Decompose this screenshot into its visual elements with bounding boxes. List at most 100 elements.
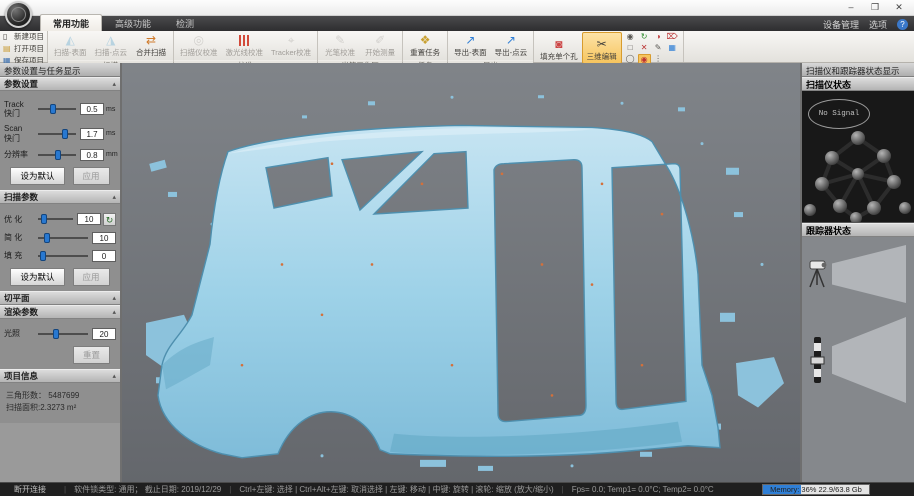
merge-scan-icon: ⇄	[146, 33, 156, 47]
optimize-refresh-icon[interactable]: ↻	[103, 213, 116, 226]
help-icon[interactable]: ?	[897, 19, 908, 30]
fill-single-hole-button[interactable]: ◙ 填充单个孔	[536, 32, 582, 64]
scanner-calibration-button[interactable]: ◎ 扫描仪校准	[176, 32, 222, 60]
menu-options[interactable]: 选项	[869, 18, 887, 31]
start-measure-button[interactable]: ✐ 开始测量	[360, 32, 400, 60]
car-body-scan-model	[122, 63, 800, 482]
open-project-button[interactable]: ▤ 打开项目	[3, 43, 44, 54]
scanner-tracker-status-panel: 扫描仪和跟踪器状态显示 扫描仪状态 No Signal	[800, 63, 914, 482]
triangle-count-value: 5487699	[48, 391, 79, 400]
tab-common-functions[interactable]: 常用功能	[40, 14, 102, 31]
view-tool-icon[interactable]: ◉	[624, 32, 637, 42]
scan-apply-button[interactable]: 应用	[73, 268, 110, 286]
fill-slider[interactable]	[38, 255, 88, 257]
tracker-1-row	[806, 245, 910, 303]
delete-tool-icon[interactable]: ⌦	[666, 32, 679, 42]
merge-scan-button[interactable]: ⇄ 合并扫描	[131, 32, 171, 60]
close-button[interactable]: ✕	[888, 1, 910, 14]
memory-gauge: Memory: 36% 22.9/63.8 Gb	[762, 484, 870, 495]
scan-parameters-content: 优 化 10 ↻ 简 化 10 填 充 0 设为默认 应用	[0, 204, 120, 291]
collapse-icon: ▴	[112, 193, 116, 201]
render-parameters-content: 光照 20 重置	[0, 319, 120, 369]
scanner-preview: No Signal	[802, 91, 914, 223]
optimize-row: 优 化 10 ↻	[4, 213, 116, 226]
marker-tool-icon[interactable]: ◑	[652, 32, 665, 42]
license-info: 软件锁类型: 通用； 截止日期: 2019/12/29	[74, 484, 221, 495]
optimize-value[interactable]: 10	[77, 213, 101, 225]
fill-value[interactable]: 0	[92, 250, 116, 262]
scan-shutter-value[interactable]: 1.7	[80, 128, 104, 140]
section-clip-plane[interactable]: 切平面 ▴	[0, 291, 120, 305]
collapse-icon: ▴	[112, 294, 116, 302]
scan-area-value: 2.3273 m²	[40, 403, 76, 412]
left-panel-header: 参数设置与任务显示	[0, 63, 120, 77]
section-project-info[interactable]: 项目信息 ▴	[0, 369, 120, 383]
simplify-row: 简 化 10	[4, 232, 116, 244]
pen-select-icon[interactable]: ✎	[652, 43, 665, 53]
export-pointcloud-button[interactable]: ↗ 导出-点云	[491, 32, 532, 60]
maximize-button[interactable]: ❒	[864, 1, 886, 14]
light-value[interactable]: 20	[92, 328, 116, 340]
set-default-button[interactable]: 设为默认	[10, 167, 64, 185]
edit-tool-grid: ◉ ↻ ◑ ⌦ □ ✕ ✎ ▦ ◯ ◉ ⋮	[622, 32, 681, 64]
tracker-2-fov	[832, 317, 906, 403]
tracker-calibration-icon: ⌖	[288, 33, 295, 47]
new-project-icon: ▯	[3, 32, 12, 41]
tab-advanced-functions[interactable]: 高级功能	[103, 15, 163, 31]
triangle-count-label: 三角形数：	[6, 391, 46, 400]
light-slider[interactable]	[38, 333, 88, 335]
scan-pointcloud-button[interactable]: ◮ 扫描-点云	[91, 32, 132, 60]
simplify-slider[interactable]	[38, 237, 88, 239]
app-window: – ❒ ✕ 常用功能 高级功能 检测 设备管理 选项 ? ▯ 新建项目 ▤	[0, 0, 914, 496]
table-tool-icon[interactable]: ▦	[666, 43, 679, 53]
laser-calibration-button[interactable]: 激光线校准	[222, 32, 268, 60]
reset-task-icon: ❖	[420, 33, 431, 47]
track-shutter-row: Track快门 0.5 ms	[4, 100, 116, 118]
refresh-tool-icon[interactable]: ↻	[638, 32, 651, 42]
scan-surface-button[interactable]: ◭ 扫描-表面	[50, 32, 91, 60]
section-tracker-status[interactable]: 跟踪器状态	[802, 223, 914, 237]
resolution-value[interactable]: 0.8	[80, 149, 104, 161]
tracker-status-content	[802, 237, 914, 482]
ribbon-group-scan: ◭ 扫描-表面 ◮ 扫描-点云 ⇄ 合并扫描 扫描	[48, 31, 174, 62]
edit-3d-button[interactable]: ✂ 三维编辑	[582, 32, 622, 64]
apply-button[interactable]: 应用	[73, 167, 110, 185]
app-logo-icon[interactable]	[5, 1, 32, 28]
section-scanner-status[interactable]: 扫描仪状态	[802, 77, 914, 91]
resolution-row: 分辨率 0.8 mm	[4, 149, 116, 161]
menu-device-management[interactable]: 设备管理	[823, 18, 859, 31]
deselect-icon[interactable]: ✕	[638, 43, 651, 53]
scan-area-label: 扫描面积:	[6, 403, 40, 412]
pen-calibration-button[interactable]: ✎ 光笔校准	[320, 32, 360, 60]
tab-inspect[interactable]: 检测	[164, 15, 206, 31]
window-titlebar: – ❒ ✕	[0, 0, 914, 16]
3d-viewport[interactable]	[122, 63, 800, 482]
ribbon-group-edit: ◙ 填充单个孔 ✂ 三维编辑 ◉ ↻ ◑ ⌦ □ ✕ ✎ ▦ ◯ ◉	[534, 31, 684, 62]
scan-shutter-slider[interactable]	[38, 133, 76, 135]
section-render-parameters[interactable]: 渲染参数 ▴	[0, 305, 120, 319]
section-parameter-settings[interactable]: 参数设置 ▴	[0, 77, 120, 91]
collapse-icon: ▴	[112, 372, 116, 380]
tracker-camera-icon	[806, 257, 830, 291]
tracker-calibration-button[interactable]: ⌖ Tracker校准	[267, 32, 315, 60]
render-reset-button[interactable]: 重置	[73, 346, 110, 364]
tracker-1-fov	[832, 245, 906, 303]
parameter-panel: 参数设置与任务显示 参数设置 ▴ Track快门 0.5 ms Scan快门 1…	[0, 63, 122, 482]
reset-task-button[interactable]: ❖ 重置任务	[405, 32, 445, 60]
laser-line-icon	[239, 35, 249, 46]
resolution-slider[interactable]	[38, 154, 76, 156]
tracker-bar-icon	[806, 335, 830, 385]
new-project-button[interactable]: ▯ 新建项目	[3, 31, 44, 42]
optimize-slider[interactable]	[38, 218, 73, 220]
simplify-value[interactable]: 10	[92, 232, 116, 244]
track-shutter-value[interactable]: 0.5	[80, 103, 104, 115]
section-scan-parameters[interactable]: 扫描参数 ▴	[0, 190, 120, 204]
scan-set-default-button[interactable]: 设为默认	[10, 268, 64, 286]
edit-3d-icon: ✂	[597, 37, 607, 51]
minimize-button[interactable]: –	[840, 1, 862, 14]
ribbon-group-task: ❖ 重置任务 任务	[403, 31, 448, 62]
track-shutter-slider[interactable]	[38, 108, 76, 110]
rect-select-icon[interactable]: □	[624, 43, 637, 53]
open-project-icon: ▤	[3, 44, 12, 53]
export-surface-button[interactable]: ↗ 导出-表面	[450, 32, 491, 60]
